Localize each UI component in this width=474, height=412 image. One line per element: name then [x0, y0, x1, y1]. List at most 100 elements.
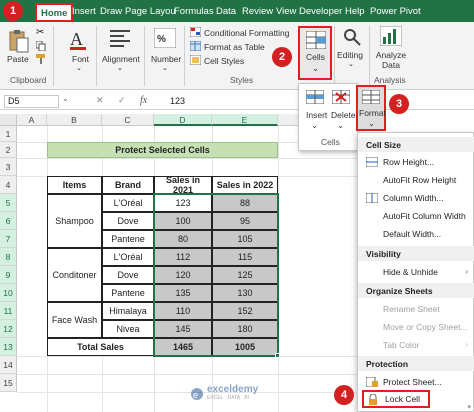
sales-2021-cell[interactable]: 80	[154, 230, 212, 248]
sales-2021-cell[interactable]: 110	[154, 302, 212, 320]
tab-review[interactable]: Review	[242, 6, 273, 17]
sales-2022-cell[interactable]: 130	[212, 284, 278, 302]
column-header-b[interactable]: B	[47, 114, 102, 126]
font-button[interactable]: Font	[72, 54, 89, 64]
menu-item-column-width[interactable]: Column Width...	[365, 192, 443, 204]
menu-item-move-copy-sheet[interactable]: Move or Copy Sheet...	[383, 322, 468, 332]
sales-2022-cell[interactable]: 95	[212, 212, 278, 230]
chevron-down-icon[interactable]: ⌄	[62, 94, 69, 103]
brand-cell[interactable]: Pantene	[102, 230, 154, 248]
brand-cell[interactable]: Dove	[102, 212, 154, 230]
alignment-icon[interactable]	[110, 29, 130, 49]
format-painter-icon[interactable]	[36, 54, 46, 66]
brand-cell[interactable]: Nivea	[102, 320, 154, 338]
row-header[interactable]: 5	[0, 194, 17, 212]
sales-2021-cell[interactable]: 135	[154, 284, 212, 302]
cell-styles-icon[interactable]	[189, 54, 202, 67]
number-button[interactable]: Number	[151, 54, 181, 64]
row-header[interactable]: 3	[0, 158, 17, 176]
format-button[interactable]: Format ⌄	[356, 85, 386, 131]
copy-icon[interactable]	[35, 40, 46, 53]
menu-item-autofit-row-height[interactable]: AutoFit Row Height	[383, 175, 456, 185]
row-header[interactable]: 4	[0, 176, 17, 194]
sales-2022-cell[interactable]: 180	[212, 320, 278, 338]
group-cell-shampoo[interactable]: Shampoo	[47, 194, 102, 248]
tab-view[interactable]: View	[276, 6, 296, 17]
tab-developer[interactable]: Developer	[299, 6, 342, 17]
row-header[interactable]: 12	[0, 320, 17, 338]
brand-cell[interactable]: L'Oréal	[102, 248, 154, 266]
conditional-formatting-icon[interactable]	[189, 26, 202, 39]
sales-2022-cell[interactable]: 105	[212, 230, 278, 248]
tab-page-layout[interactable]: Page Layou	[125, 6, 176, 17]
row-header[interactable]: 15	[0, 374, 17, 392]
total-2021-cell[interactable]: 1465	[154, 338, 212, 356]
brand-cell[interactable]: L'Oréal	[102, 194, 154, 212]
cut-icon[interactable]: ✂	[36, 27, 44, 38]
total-2022-cell[interactable]: 1005	[212, 338, 278, 356]
row-header[interactable]: 1	[0, 126, 17, 142]
row-header[interactable]: 14	[0, 356, 17, 374]
row-header[interactable]: 9	[0, 266, 17, 284]
row-header[interactable]: 6	[0, 212, 17, 230]
scroll-down-icon[interactable]: ▾	[467, 403, 471, 411]
menu-item-protect-sheet[interactable]: Protect Sheet...	[365, 376, 442, 388]
format-as-table-button[interactable]: Format as Table	[204, 42, 265, 52]
tab-home[interactable]: Home	[35, 3, 74, 22]
row-header[interactable]: 13	[0, 338, 17, 356]
column-header-e[interactable]: E	[212, 114, 278, 126]
cell-styles-button[interactable]: Cell Styles	[204, 56, 244, 66]
select-all-corner[interactable]	[0, 114, 17, 126]
sales-2021-cell[interactable]: 120	[154, 266, 212, 284]
group-cell-conditioner[interactable]: Conditoner	[47, 248, 102, 302]
tab-data[interactable]: Data	[216, 6, 236, 17]
insert-button[interactable]: Insert	[306, 110, 327, 120]
row-header[interactable]: 10	[0, 284, 17, 302]
editing-button[interactable]: Editing	[337, 50, 363, 60]
menu-item-autofit-column-width[interactable]: AutoFit Column Width	[383, 211, 466, 221]
cells-button[interactable]: Cells ⌄	[298, 26, 332, 80]
row-header[interactable]: 7	[0, 230, 17, 248]
column-header-d[interactable]: D	[154, 114, 212, 126]
cancel-icon[interactable]: ✕	[96, 95, 104, 106]
insert-cells-icon[interactable]	[305, 89, 325, 106]
brand-cell[interactable]: Dove	[102, 266, 154, 284]
group-cell-face-wash[interactable]: Face Wash	[47, 302, 102, 338]
enter-icon[interactable]: ✓	[118, 95, 126, 106]
sales-2021-cell[interactable]: 145	[154, 320, 212, 338]
paste-icon[interactable]	[8, 28, 30, 56]
row-header[interactable]: 2	[0, 142, 17, 158]
column-header-c[interactable]: C	[102, 114, 154, 126]
sales-2021-cell[interactable]: 100	[154, 212, 212, 230]
name-box[interactable]: D5	[4, 95, 59, 108]
tab-power-pivot[interactable]: Power Pivot	[370, 6, 421, 17]
menu-item-lock-cell[interactable]: Lock Cell	[362, 390, 430, 408]
tab-formulas[interactable]: Formulas	[174, 6, 214, 17]
fill-handle[interactable]	[275, 353, 280, 358]
menu-item-row-height[interactable]: Row Height...	[365, 156, 434, 168]
tab-draw[interactable]: Draw	[100, 6, 122, 17]
analyze-data-button[interactable]: Analyze Data	[374, 50, 408, 70]
analyze-data-icon[interactable]	[379, 25, 403, 48]
delete-button[interactable]: Delete	[331, 110, 356, 120]
sales-2022-cell[interactable]: 88	[212, 194, 278, 212]
format-as-table-icon[interactable]	[189, 40, 202, 53]
delete-cells-icon[interactable]	[331, 89, 351, 106]
sales-2021-cell[interactable]: 112	[154, 248, 212, 266]
row-header[interactable]: 11	[0, 302, 17, 320]
sales-2021-cell-active[interactable]: 123	[154, 194, 212, 212]
brand-cell[interactable]: Pantene	[102, 284, 154, 302]
menu-item-default-width[interactable]: Default Width...	[383, 229, 441, 239]
column-header-a[interactable]: A	[17, 114, 47, 126]
conditional-formatting-button[interactable]: Conditional Formatting	[204, 28, 290, 38]
menu-item-rename-sheet[interactable]: Rename Sheet	[383, 304, 440, 314]
menu-item-hide-unhide[interactable]: Hide & Unhide	[383, 267, 467, 277]
sales-2022-cell[interactable]: 152	[212, 302, 278, 320]
tab-insert[interactable]: Insert	[72, 6, 96, 17]
menu-item-tab-color[interactable]: Tab Color	[383, 340, 419, 350]
formula-input[interactable]: 123	[170, 96, 185, 106]
tab-help[interactable]: Help	[345, 6, 365, 17]
editing-icon[interactable]	[343, 28, 361, 48]
paste-button[interactable]: Paste	[7, 54, 29, 64]
insert-function-button[interactable]: fx	[140, 95, 147, 106]
